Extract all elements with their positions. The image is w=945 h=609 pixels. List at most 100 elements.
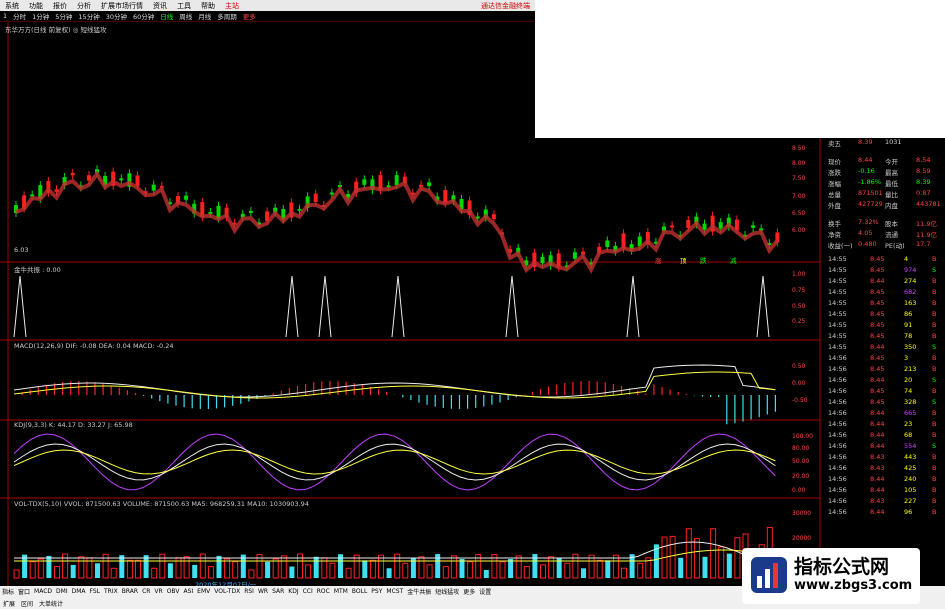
indicator-tab[interactable]: VR bbox=[152, 588, 164, 595]
trade-cell: B bbox=[932, 299, 937, 307]
extra-tab[interactable]: 扩展 bbox=[0, 599, 18, 608]
volume-bar bbox=[467, 561, 474, 579]
menu-item-system[interactable]: 系统 bbox=[0, 1, 24, 11]
menu-item-function[interactable]: 功能 bbox=[24, 1, 48, 11]
menu-item-ext-market[interactable]: 扩展市场行情 bbox=[96, 1, 148, 11]
trade-cell: 91 bbox=[904, 321, 913, 329]
trade-cell: 274 bbox=[904, 277, 917, 285]
indicator-tab[interactable]: 设置 bbox=[477, 587, 493, 596]
app-title: 通达信金融终端 bbox=[481, 1, 530, 10]
indicator-tab[interactable]: CCI bbox=[301, 588, 315, 595]
trade-cell: 8.44 bbox=[870, 420, 885, 428]
indicator-tab[interactable]: SAR bbox=[270, 588, 286, 595]
trade-row: 14:56 8.45 74 B bbox=[828, 387, 945, 398]
indicator-tab[interactable]: CR bbox=[140, 588, 152, 595]
candle-body bbox=[605, 240, 610, 248]
volume-bar bbox=[248, 569, 255, 579]
indicator-tab[interactable]: ASI bbox=[181, 588, 195, 595]
trade-cell: 328 bbox=[904, 398, 917, 406]
extra-tab[interactable]: 大单统计 bbox=[36, 599, 66, 608]
indicator-tab[interactable]: RSI bbox=[242, 588, 256, 595]
menu-item-quote[interactable]: 报价 bbox=[48, 1, 72, 11]
period-timeshare[interactable]: 分时 bbox=[10, 11, 29, 21]
menu-item-help[interactable]: 帮助 bbox=[196, 1, 220, 11]
indicator-tab[interactable]: WR bbox=[256, 588, 270, 595]
period-15min[interactable]: 15分钟 bbox=[75, 11, 102, 21]
indicator-tab[interactable]: DMI bbox=[54, 588, 70, 595]
quote-cell: 443781 bbox=[916, 200, 941, 208]
period-60min[interactable]: 60分钟 bbox=[130, 11, 157, 21]
indicator-tab[interactable]: OBV bbox=[165, 588, 182, 595]
indicator-tab[interactable]: BRAR bbox=[120, 588, 140, 595]
period-1[interactable]: 1 bbox=[0, 12, 10, 20]
trade-cell: 8.44 bbox=[870, 442, 885, 450]
indicator-tab[interactable]: EMV bbox=[195, 588, 212, 595]
indicator-tab[interactable]: MACD bbox=[32, 588, 54, 595]
trade-cell: 14:55 bbox=[828, 277, 847, 285]
indicator-tab[interactable]: 窗口 bbox=[16, 587, 32, 596]
indicator-tab[interactable]: VOL-TDX bbox=[212, 588, 242, 595]
trade-cell: 665 bbox=[904, 409, 917, 417]
trade-cell: 86 bbox=[904, 310, 913, 318]
indicator-tab[interactable]: PSY bbox=[369, 588, 384, 595]
volume-bar bbox=[46, 555, 52, 578]
indicator-tab[interactable]: FSL bbox=[88, 588, 103, 595]
panel5-title: VOL-TDX(5,10) VVOL: 871500.63 VOLUME: 87… bbox=[14, 500, 309, 508]
indicator-tab[interactable]: BOLL bbox=[350, 588, 369, 595]
trade-cell: 14:55 bbox=[828, 343, 847, 351]
period-more[interactable]: 更多 bbox=[240, 11, 259, 21]
trade-cell: 213 bbox=[904, 365, 917, 373]
indicator-tab[interactable]: TRIX bbox=[102, 588, 120, 595]
indicator-tab[interactable]: 金牛共振 bbox=[405, 587, 433, 596]
period-30min[interactable]: 30分钟 bbox=[103, 11, 130, 21]
indicator-tab[interactable]: 指标 bbox=[0, 587, 16, 596]
menu-item-news[interactable]: 资讯 bbox=[148, 1, 172, 11]
indicator-tabs: 指标 窗口 MACD DMI DMA FSL TRIX BRAR CR VR OBV ASI EMV VO… bbox=[0, 586, 493, 597]
volume-bar bbox=[523, 566, 530, 579]
volume-bar bbox=[70, 564, 76, 578]
axis-tick-label: 8.00 bbox=[792, 160, 806, 167]
quote-cell: 11.9亿 bbox=[916, 231, 937, 239]
period-weekly[interactable]: 周线 bbox=[176, 11, 195, 21]
volume-bar bbox=[362, 560, 368, 578]
quote-row: 涨跌 -0.16 最高 8.59 bbox=[828, 167, 945, 178]
menu-item-main-station[interactable]: 主站 bbox=[220, 1, 244, 11]
volume-bar bbox=[183, 556, 190, 579]
indicator-tab[interactable]: ROC bbox=[315, 588, 332, 595]
indicator-tab[interactable]: MCST bbox=[384, 588, 405, 595]
period-multi[interactable]: 多周期 bbox=[214, 11, 240, 21]
trade-cell: 8.43 bbox=[870, 453, 885, 461]
volume-bar bbox=[151, 567, 158, 579]
menu-item-analysis[interactable]: 分析 bbox=[72, 1, 96, 11]
trade-cell: 350 bbox=[904, 343, 917, 351]
trade-cell: 554 bbox=[904, 442, 917, 450]
quote-cell: 内盘 bbox=[885, 202, 898, 210]
trade-cell: 8.44 bbox=[870, 343, 885, 351]
volume-bar bbox=[143, 555, 149, 578]
indicator-tab[interactable]: 更多 bbox=[461, 587, 477, 596]
period-monthly[interactable]: 月线 bbox=[195, 11, 214, 21]
volume-bar bbox=[718, 546, 725, 579]
trade-cell: 3 bbox=[904, 354, 909, 362]
trade-row: 14:56 8.45 3 B bbox=[828, 354, 945, 365]
volume-bar bbox=[693, 537, 700, 579]
extra-tab[interactable]: 区间 bbox=[18, 599, 36, 608]
panel2-title: 金牛共振 : 0.00 bbox=[14, 266, 61, 274]
volume-bar bbox=[581, 568, 586, 578]
indicator-tab[interactable]: DMA bbox=[70, 588, 88, 595]
volume-bar bbox=[192, 564, 198, 578]
period-1min[interactable]: 1分钟 bbox=[29, 11, 52, 21]
indicator-tab[interactable]: MTM bbox=[332, 588, 350, 595]
candle-body bbox=[572, 252, 577, 259]
trade-cell: 14:55 bbox=[828, 299, 847, 307]
signal-spike bbox=[285, 275, 299, 338]
period-daily[interactable]: 日线 bbox=[157, 11, 176, 21]
quote-cell: 外盘 bbox=[828, 202, 841, 210]
indicator-tab[interactable]: KDJ bbox=[286, 588, 300, 595]
trade-row: 14:56 8.44 68 B bbox=[828, 431, 945, 442]
indicator-tab[interactable]: 短线猛攻 bbox=[433, 587, 461, 596]
quote-cell: 8.44 bbox=[858, 156, 873, 164]
volume-bar bbox=[402, 562, 409, 579]
menu-item-tools[interactable]: 工具 bbox=[172, 1, 196, 11]
period-5min[interactable]: 5分钟 bbox=[52, 11, 75, 21]
